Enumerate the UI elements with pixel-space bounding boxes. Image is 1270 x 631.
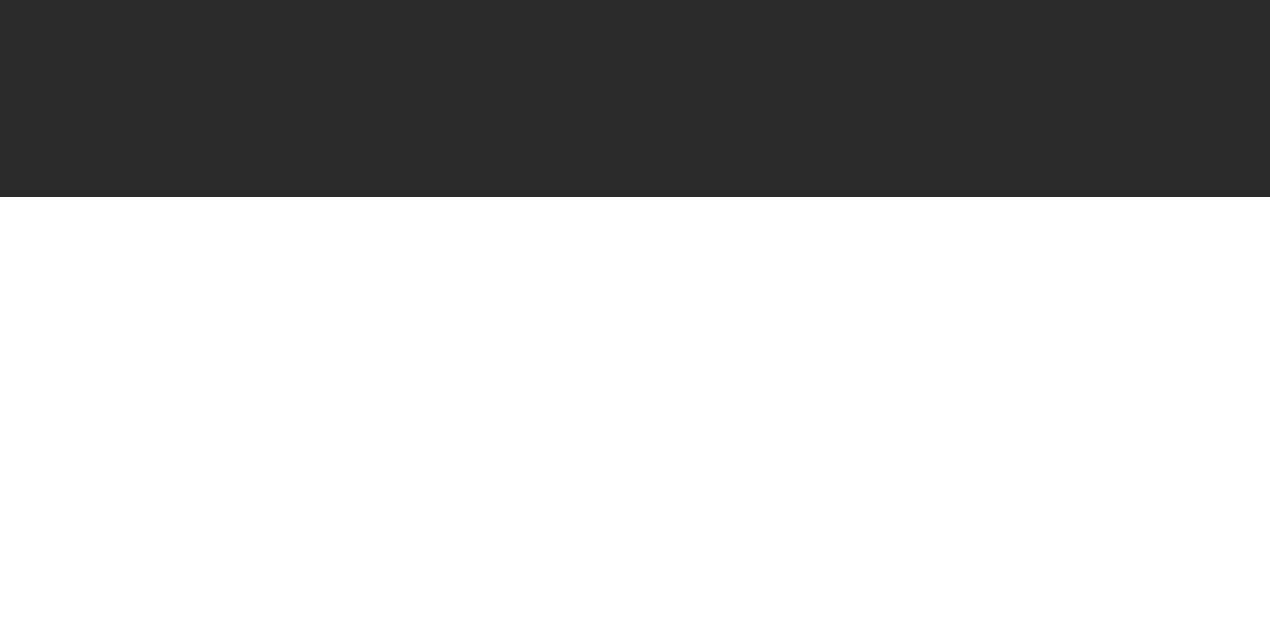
chart-canvas[interactable] bbox=[0, 0, 1270, 631]
trading-chart-window bbox=[0, 0, 1270, 631]
